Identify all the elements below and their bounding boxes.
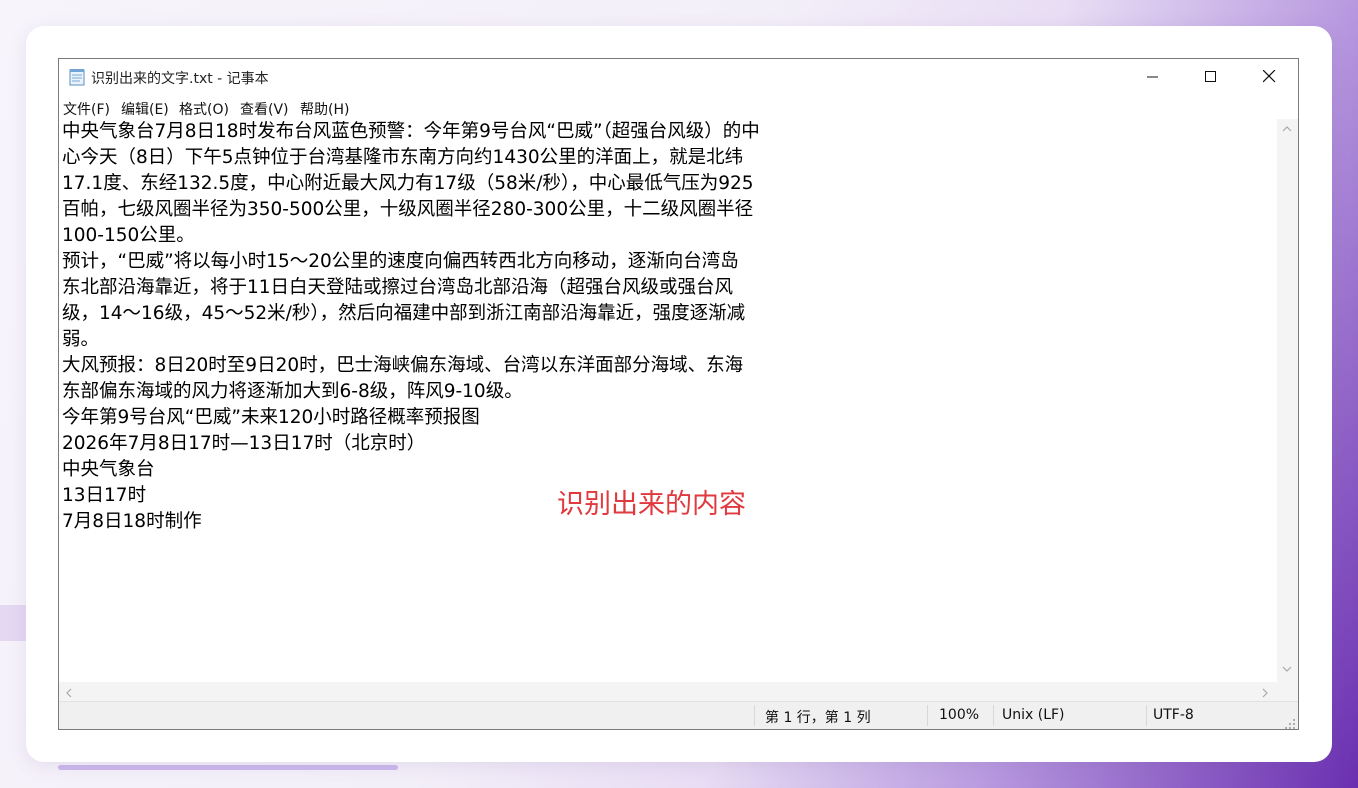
notepad-icon xyxy=(68,68,86,86)
status-divider xyxy=(754,705,755,726)
status-bar: 第 1 行，第 1 列 100% Unix (LF) UTF-8 xyxy=(59,701,1298,729)
background-accent-line xyxy=(58,765,398,770)
recognized-content-label: 识别出来的内容 xyxy=(557,489,746,520)
menu-help[interactable]: 帮助(H) xyxy=(300,99,349,119)
text-line: 100-150公里。 xyxy=(62,225,195,246)
text-line: 2026年7月8日17时—13日17时（北京时） xyxy=(62,433,426,454)
menu-view[interactable]: 查看(V) xyxy=(240,99,289,119)
scrollbar-corner xyxy=(1277,682,1298,703)
scroll-down-icon[interactable] xyxy=(1282,663,1292,676)
minimize-button[interactable] xyxy=(1124,59,1182,95)
vertical-scrollbar[interactable] xyxy=(1277,119,1298,682)
scroll-up-icon[interactable] xyxy=(1282,123,1292,136)
close-button[interactable] xyxy=(1240,59,1298,95)
scroll-left-icon[interactable] xyxy=(65,688,73,701)
resize-grip-icon[interactable] xyxy=(1284,715,1296,729)
cursor-position: 第 1 行，第 1 列 xyxy=(765,710,871,726)
text-line: 百帕，七级风圈半径为350-500公里，十级风圈半径280-300公里，十二级风… xyxy=(62,199,754,220)
menu-bar: 文件(F) 编辑(E) 格式(O) 查看(V) 帮助(H) xyxy=(59,97,1298,119)
line-ending: Unix (LF) xyxy=(1002,707,1065,723)
text-line: 今年第9号台风“巴威”未来120小时路径概率预报图 xyxy=(62,407,480,428)
maximize-icon xyxy=(1205,68,1217,87)
status-divider xyxy=(927,705,928,726)
window-title: 识别出来的文字.txt - 记事本 xyxy=(91,71,269,87)
text-line: 东部偏东海域的风力将逐渐加大到6-8级，阵风9-10级。 xyxy=(62,381,523,402)
text-line: 中央气象台 xyxy=(62,459,155,480)
menu-edit[interactable]: 编辑(E) xyxy=(121,99,169,119)
text-line: 17.1度、东经132.5度，中心附近最大风力有17级（58米/秒），中心最低气… xyxy=(62,173,754,194)
close-icon xyxy=(1262,68,1276,87)
horizontal-scrollbar[interactable] xyxy=(59,682,1277,703)
minimize-icon xyxy=(1147,68,1159,87)
zoom-level: 100% xyxy=(939,707,980,723)
text-line: 预计，“巴威”将以每小时15～20公里的速度向偏西转西北方向移动，逐渐向台湾岛 xyxy=(62,251,739,272)
menu-format[interactable]: 格式(O) xyxy=(179,99,229,119)
text-editor[interactable]: 中央气象台7月8日18时发布台风蓝色预警：今年第9号台风“巴威”（超强台风级）的… xyxy=(59,119,1277,682)
text-line: 心今天（8日）下午5点钟位于台湾基隆市东南方向约1430公里的洋面上，就是北纬 xyxy=(62,147,744,168)
text-line: 弱。 xyxy=(62,329,100,350)
text-line: 东北部沿海靠近，将于11日白天登陆或擦过台湾岛北部沿海（超强台风级或强台风 xyxy=(62,277,734,298)
status-divider xyxy=(993,705,994,726)
scroll-right-icon[interactable] xyxy=(1261,688,1269,701)
menu-file[interactable]: 文件(F) xyxy=(63,99,110,119)
status-divider xyxy=(1146,705,1147,726)
text-line: 级，14～16级，45～52米/秒），然后向福建中部到浙江南部沿海靠近，强度逐渐… xyxy=(62,303,746,324)
title-bar[interactable]: 识别出来的文字.txt - 记事本 xyxy=(59,59,1298,95)
notepad-window: 识别出来的文字.txt - 记事本 文件(F) 编辑(E) 格式(O) 查看(V… xyxy=(58,58,1299,730)
encoding: UTF-8 xyxy=(1153,707,1194,723)
text-line: 中央气象台7月8日18时发布台风蓝色预警：今年第9号台风“巴威”（超强台风级）的… xyxy=(62,121,760,142)
text-line: 大风预报：8日20时至9日20时，巴士海峡偏东海域、台湾以东洋面部分海域、东海 xyxy=(62,355,744,376)
maximize-button[interactable] xyxy=(1182,59,1240,95)
